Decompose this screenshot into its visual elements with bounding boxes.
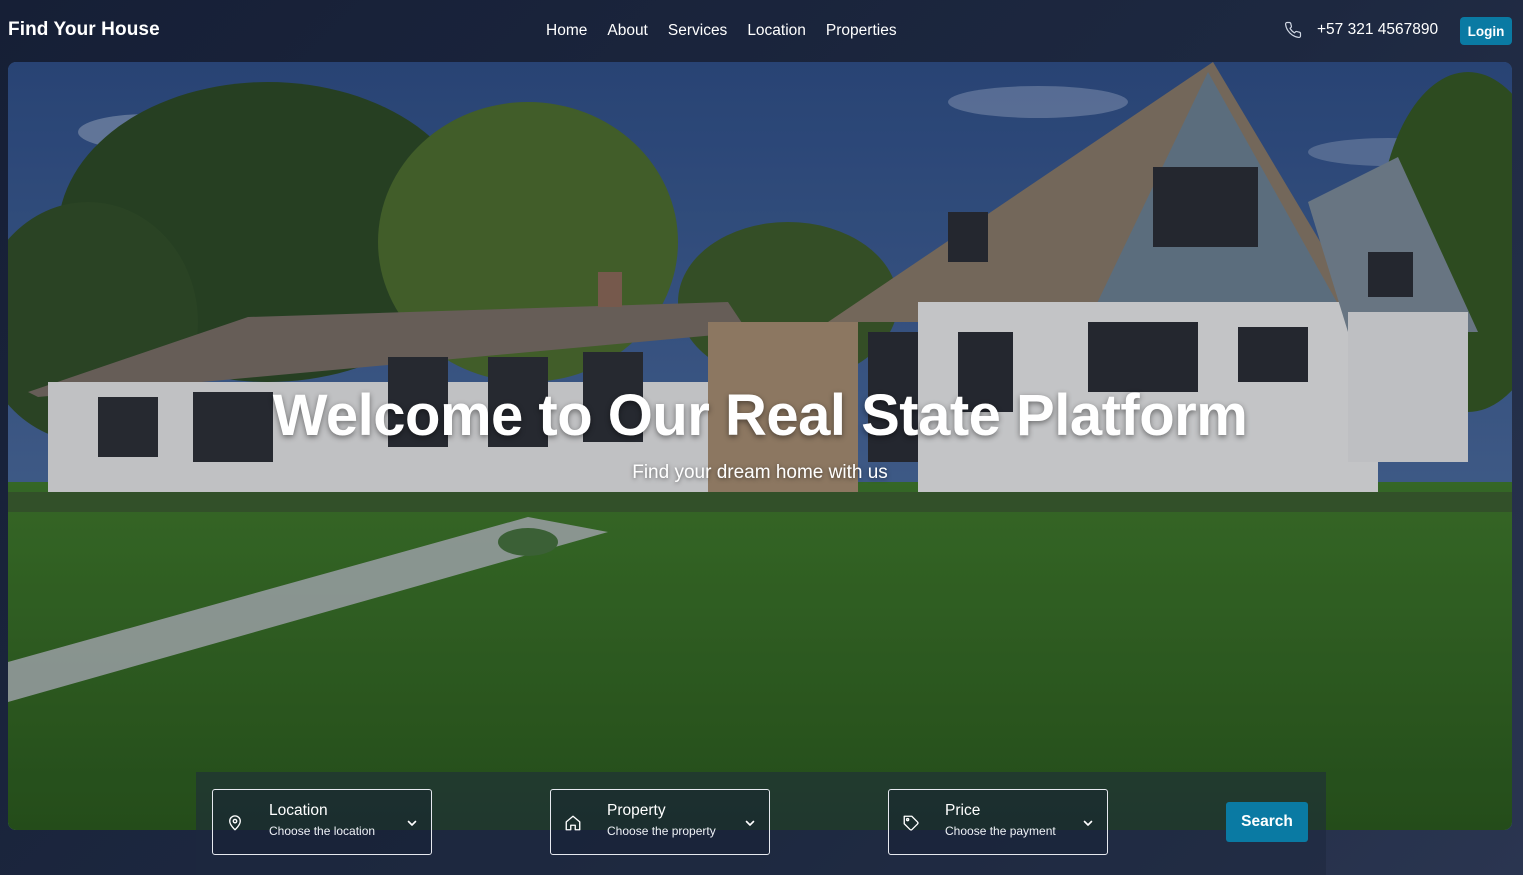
nav-services[interactable]: Services <box>668 22 727 40</box>
price-tag-icon <box>903 815 919 831</box>
nav-home[interactable]: Home <box>546 22 587 40</box>
header: Find Your House Home About Services Loca… <box>0 0 1523 62</box>
location-pin-icon <box>229 815 241 831</box>
price-label: Price <box>945 802 981 819</box>
nav-location[interactable]: Location <box>747 22 806 40</box>
price-value: Choose the payment <box>945 824 1056 838</box>
chevron-down-icon <box>407 820 417 826</box>
nav-properties[interactable]: Properties <box>826 22 897 40</box>
login-button[interactable]: Login <box>1460 17 1512 45</box>
chevron-down-icon <box>1083 820 1093 826</box>
nav-about[interactable]: About <box>607 22 648 40</box>
hero-title: Welcome to Our Real State Platform <box>272 383 1248 448</box>
main-nav: Home About Services Location Properties <box>546 22 897 40</box>
brand-logo[interactable]: Find Your House <box>8 19 160 41</box>
hero-section: Welcome to Our Real State Platform Find … <box>8 62 1512 830</box>
phone-number: +57 321 4567890 <box>1317 21 1439 38</box>
hero-subtitle: Find your dream home with us <box>632 462 888 483</box>
chevron-down-icon <box>745 820 755 826</box>
property-select[interactable]: Property Choose the property <box>550 789 770 855</box>
house-icon <box>565 815 581 831</box>
search-button[interactable]: Search <box>1226 802 1308 842</box>
location-label: Location <box>269 802 328 819</box>
property-label: Property <box>607 802 666 819</box>
location-select[interactable]: Location Choose the location <box>212 789 432 855</box>
phone-contact[interactable]: +57 321 4567890 <box>1284 21 1438 39</box>
phone-icon <box>1284 21 1302 39</box>
property-value: Choose the property <box>607 824 716 838</box>
price-select[interactable]: Price Choose the payment <box>888 789 1108 855</box>
location-value: Choose the location <box>269 824 376 838</box>
